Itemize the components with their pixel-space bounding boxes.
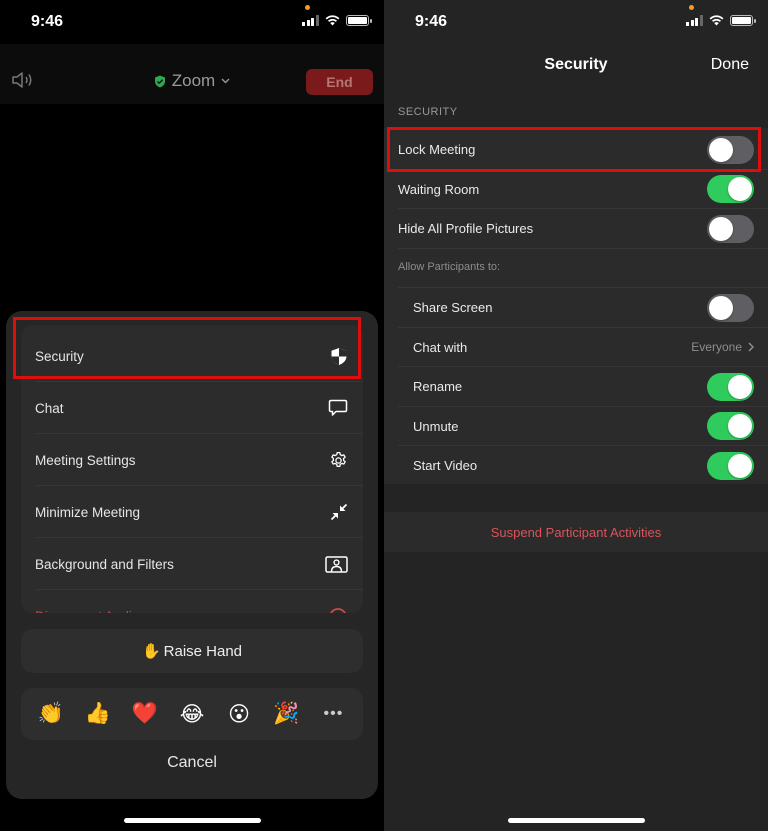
more-menu-list: Security Chat Meeting Settings Minimize … bbox=[21, 325, 363, 613]
setting-row-unmute: Unmute bbox=[384, 407, 768, 446]
chevron-right-icon bbox=[748, 342, 754, 352]
heart-reaction[interactable]: ❤️ bbox=[125, 702, 165, 726]
raise-hand-label: Raise Hand bbox=[163, 642, 243, 660]
meeting-screen: 9:46 Zoom End Security Chat Meeting Sett… bbox=[0, 0, 384, 831]
rename-toggle[interactable] bbox=[707, 372, 754, 401]
more-reactions-icon[interactable]: ••• bbox=[313, 705, 353, 723]
wifi-icon bbox=[325, 15, 339, 26]
setting-row-start-video: Start Video bbox=[384, 446, 768, 486]
waiting-room-toggle[interactable] bbox=[707, 175, 754, 204]
setting-label: Chat with bbox=[413, 339, 468, 355]
end-meeting-button[interactable]: End bbox=[306, 69, 373, 95]
setting-row-waiting-room: Waiting Room bbox=[384, 170, 768, 209]
chat-bubble-icon bbox=[328, 399, 348, 416]
status-icons bbox=[302, 15, 372, 26]
headphones-icon bbox=[330, 608, 346, 613]
done-button[interactable]: Done bbox=[711, 56, 749, 74]
chevron-down-icon bbox=[221, 78, 230, 84]
meeting-top-bar: Zoom End bbox=[0, 44, 384, 104]
shield-check-icon bbox=[154, 75, 165, 87]
setting-row-hide-profile-pictures: Hide All Profile Pictures bbox=[384, 209, 768, 249]
menu-item-label: Security bbox=[35, 348, 84, 364]
share-screen-toggle[interactable] bbox=[707, 293, 754, 322]
section-header-security: SECURITY bbox=[398, 106, 458, 118]
setting-row-share-screen: Share Screen bbox=[384, 288, 768, 328]
menu-item-background-filters[interactable]: Background and Filters bbox=[21, 538, 363, 590]
home-indicator[interactable] bbox=[124, 818, 261, 823]
menu-item-label: Meeting Settings bbox=[35, 452, 136, 468]
clapping-hands-reaction[interactable]: 👏 bbox=[31, 702, 71, 726]
menu-item-label: Chat bbox=[35, 400, 64, 416]
tears-of-joy-reaction[interactable]: 😂 bbox=[172, 702, 212, 727]
wifi-icon bbox=[709, 15, 723, 26]
allow-participants-header: Allow Participants to: bbox=[398, 261, 501, 273]
unmute-toggle[interactable] bbox=[707, 412, 754, 441]
start-video-toggle[interactable] bbox=[707, 451, 754, 480]
setting-label: Rename bbox=[413, 379, 463, 395]
chat-with-selected: Everyone bbox=[691, 340, 742, 355]
status-bar: 9:46 bbox=[0, 0, 384, 44]
lock-meeting-toggle[interactable] bbox=[707, 135, 754, 164]
menu-item-meeting-settings[interactable]: Meeting Settings bbox=[21, 434, 363, 486]
setting-label: Start Video bbox=[413, 458, 478, 474]
hide-profile-pictures-toggle[interactable] bbox=[707, 214, 754, 243]
menu-item-label: Background and Filters bbox=[35, 556, 174, 572]
setting-row-rename: Rename bbox=[384, 367, 768, 407]
battery-icon bbox=[345, 15, 372, 26]
open-mouth-reaction[interactable]: 😮 bbox=[219, 702, 259, 727]
portrait-frame-icon bbox=[325, 555, 348, 573]
home-indicator[interactable] bbox=[508, 818, 645, 823]
setting-label: Hide All Profile Pictures bbox=[398, 221, 534, 237]
reactions-bar: 👏 👍 ❤️ 😂 😮 🎉 ••• bbox=[21, 688, 363, 740]
cellular-signal-icon bbox=[302, 15, 319, 26]
menu-item-chat[interactable]: Chat bbox=[21, 382, 363, 434]
status-icons bbox=[686, 15, 756, 26]
menu-item-security[interactable]: Security bbox=[21, 330, 363, 382]
setting-row-lock-meeting: Lock Meeting bbox=[384, 130, 768, 170]
meeting-title: Zoom bbox=[171, 71, 216, 90]
cellular-signal-icon bbox=[686, 15, 703, 26]
chat-with-value[interactable]: Everyone bbox=[691, 340, 754, 354]
security-settings-screen: 9:46 Security Done SECURITY Lock Meeting… bbox=[384, 0, 768, 831]
thumbs-up-reaction[interactable]: 👍 bbox=[78, 702, 118, 726]
setting-label: Waiting Room bbox=[398, 181, 480, 197]
setting-label: Lock Meeting bbox=[398, 142, 476, 158]
more-actions-sheet: Security Chat Meeting Settings Minimize … bbox=[6, 311, 378, 799]
setting-label: Share Screen bbox=[413, 300, 493, 316]
menu-item-disconnect-audio[interactable]: Disconnect Audio bbox=[21, 590, 363, 613]
battery-icon bbox=[729, 15, 756, 26]
menu-item-label: Minimize Meeting bbox=[35, 504, 141, 520]
status-time: 9:46 bbox=[415, 13, 448, 30]
cancel-button[interactable]: Cancel bbox=[6, 754, 378, 772]
gear-icon bbox=[331, 451, 346, 467]
setting-row-chat-with[interactable]: Chat with Everyone bbox=[384, 328, 768, 367]
menu-item-label: Disconnect Audio bbox=[35, 609, 139, 614]
raise-hand-button[interactable]: ✋ Raise Hand bbox=[21, 629, 363, 673]
setting-label: Unmute bbox=[413, 418, 459, 434]
status-time: 9:46 bbox=[31, 13, 64, 30]
minimize-arrows-icon bbox=[330, 503, 348, 521]
status-bar: 9:46 bbox=[384, 0, 768, 44]
mic-indicator-dot bbox=[305, 5, 310, 10]
shield-icon bbox=[331, 347, 347, 365]
party-popper-reaction[interactable]: 🎉 bbox=[266, 702, 306, 726]
suspend-participant-activities-button[interactable]: Suspend Participant Activities bbox=[384, 512, 768, 552]
raised-hand-icon: ✋ bbox=[141, 643, 161, 660]
menu-item-minimize-meeting[interactable]: Minimize Meeting bbox=[21, 486, 363, 538]
mic-indicator-dot bbox=[689, 5, 694, 10]
security-settings-list: Lock Meeting Waiting Room Hide All Profi… bbox=[384, 128, 768, 484]
